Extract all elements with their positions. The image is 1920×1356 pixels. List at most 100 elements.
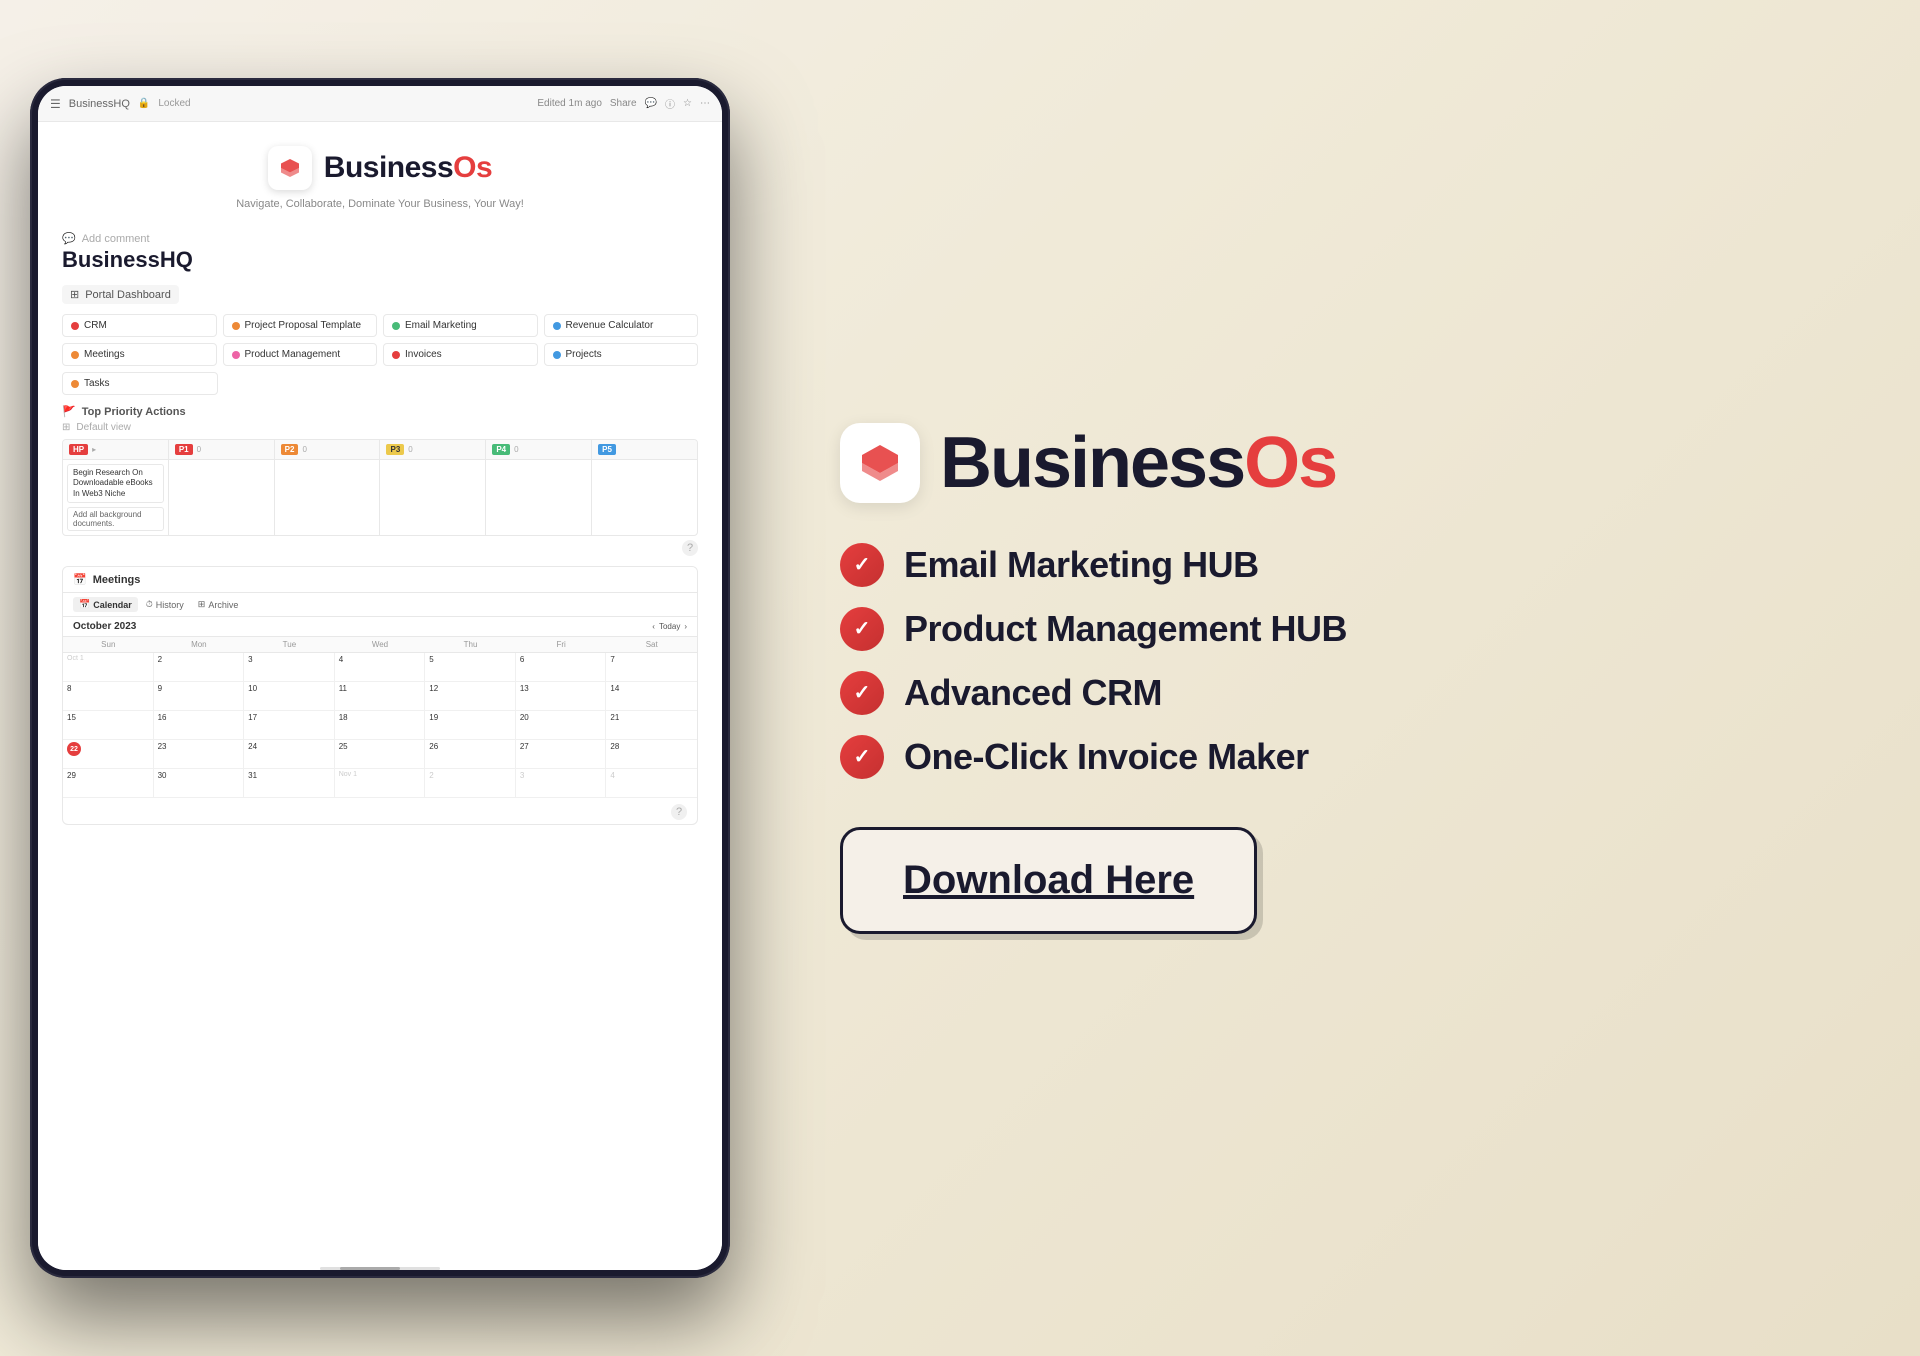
- cal-28[interactable]: 28: [606, 740, 697, 768]
- cal-13[interactable]: 13: [516, 682, 607, 710]
- kanban-col-p1: P1 0: [169, 440, 275, 535]
- cal-19[interactable]: 19: [425, 711, 516, 739]
- kanban-header-p1: P1 0: [169, 440, 274, 460]
- cal-20[interactable]: 20: [516, 711, 607, 739]
- notion-body: 💬 Add comment BusinessHQ ⊞ Portal Dashbo…: [38, 226, 722, 825]
- hp-badge: HP: [69, 444, 88, 455]
- kanban-header-p5: P5: [592, 440, 697, 460]
- menu-icon[interactable]: ☰: [50, 97, 61, 111]
- cal-30[interactable]: 30: [154, 769, 245, 797]
- p1-badge: P1: [175, 444, 193, 455]
- comment-icon[interactable]: 💬: [645, 98, 657, 109]
- cal-11[interactable]: 11: [335, 682, 426, 710]
- email-label: Email Marketing: [405, 320, 477, 331]
- check-icon-1: [840, 543, 884, 587]
- page-title-notion: BusinessHQ: [62, 247, 698, 273]
- logo-area: BusinessOs: [78, 146, 682, 190]
- feature-email-marketing: Email Marketing HUB: [840, 543, 1820, 587]
- topbar-left: ☰ BusinessHQ 🔒 Locked: [50, 97, 191, 111]
- tab-archive[interactable]: ⊞ Archive: [192, 597, 245, 612]
- cal-nov1[interactable]: Nov 1: [335, 769, 426, 797]
- link-crm[interactable]: CRM: [62, 314, 217, 337]
- link-projects[interactable]: Projects: [544, 343, 699, 366]
- cal-8[interactable]: 8: [63, 682, 154, 710]
- cal-10[interactable]: 10: [244, 682, 335, 710]
- cal-27[interactable]: 27: [516, 740, 607, 768]
- crm-dot: [71, 322, 79, 330]
- add-comment-row[interactable]: 💬 Add comment: [62, 226, 698, 247]
- cal-18[interactable]: 18: [335, 711, 426, 739]
- links-grid-row2: Meetings Product Management Invoices: [62, 343, 698, 366]
- tablet-frame: ☰ BusinessHQ 🔒 Locked Edited 1m ago Shar…: [30, 78, 730, 1278]
- cal-nov3[interactable]: 3: [516, 769, 607, 797]
- flag-icon: 🚩: [62, 405, 76, 418]
- cal-23[interactable]: 23: [154, 740, 245, 768]
- cal-17[interactable]: 17: [244, 711, 335, 739]
- calendar-tabs: 📅 Calendar ⏱ History ⊞ Archive: [63, 593, 697, 617]
- cal-3[interactable]: 3: [244, 653, 335, 681]
- right-brand-name: BusinessOs: [940, 427, 1336, 499]
- cal-31[interactable]: 31: [244, 769, 335, 797]
- question-mark-2[interactable]: ?: [671, 804, 687, 820]
- add-comment-label: Add comment: [82, 233, 150, 245]
- info-icon[interactable]: ⓘ: [665, 96, 675, 111]
- cal-16[interactable]: 16: [154, 711, 245, 739]
- cal-14[interactable]: 14: [606, 682, 697, 710]
- link-tasks[interactable]: Tasks: [62, 372, 218, 395]
- notion-content: BusinessOs Navigate, Collaborate, Domina…: [38, 122, 722, 1270]
- cal-7[interactable]: 7: [606, 653, 697, 681]
- day-mon: Mon: [154, 637, 245, 652]
- link-revenue-calculator[interactable]: Revenue Calculator: [544, 314, 699, 337]
- check-icon-4: [840, 735, 884, 779]
- kanban-card-main: Begin Research On Downloadable eBooks In…: [67, 464, 164, 503]
- kanban-col-p3: P3 0: [380, 440, 486, 535]
- link-meetings[interactable]: Meetings: [62, 343, 217, 366]
- tab-calendar[interactable]: 📅 Calendar: [73, 597, 138, 612]
- feature-product-management: Product Management HUB: [840, 607, 1820, 651]
- grid-icon: ⊞: [62, 422, 70, 433]
- cal-6[interactable]: 6: [516, 653, 607, 681]
- cal-22-today[interactable]: 22: [63, 740, 154, 768]
- cal-21[interactable]: 21: [606, 711, 697, 739]
- share-label[interactable]: Share: [610, 98, 637, 109]
- cal-15[interactable]: 15: [63, 711, 154, 739]
- cal-nov2[interactable]: 2: [425, 769, 516, 797]
- cal-week-1: Oct 1 2 3 4 5 6 7: [63, 653, 697, 682]
- more-icon[interactable]: ⋯: [700, 98, 710, 109]
- link-email-marketing[interactable]: Email Marketing: [383, 314, 538, 337]
- notion-topbar: ☰ BusinessHQ 🔒 Locked Edited 1m ago Shar…: [38, 86, 722, 122]
- p2-count: 0: [302, 445, 306, 454]
- link-invoices[interactable]: Invoices: [383, 343, 538, 366]
- right-section: BusinessOs Email Marketing HUB Product M…: [760, 0, 1920, 1356]
- link-product-management[interactable]: Product Management: [223, 343, 378, 366]
- archive-icon: ⊞: [198, 599, 206, 610]
- today-indicator: 22: [67, 742, 81, 756]
- cal-12[interactable]: 12: [425, 682, 516, 710]
- today-btn[interactable]: ‹ Today ›: [652, 622, 687, 631]
- cal-oct1[interactable]: Oct 1: [63, 653, 154, 681]
- feature-text-2: Product Management HUB: [904, 608, 1347, 650]
- download-button[interactable]: Download Here: [840, 827, 1257, 934]
- kanban-col-p2: P2 0: [275, 440, 381, 535]
- cal-26[interactable]: 26: [425, 740, 516, 768]
- cal-5[interactable]: 5: [425, 653, 516, 681]
- question-mark-1[interactable]: ?: [682, 540, 698, 556]
- cal-24[interactable]: 24: [244, 740, 335, 768]
- cal-29[interactable]: 29: [63, 769, 154, 797]
- cal-2[interactable]: 2: [154, 653, 245, 681]
- day-sat: Sat: [606, 637, 697, 652]
- link-project-proposal[interactable]: Project Proposal Template: [223, 314, 378, 337]
- feature-text-1: Email Marketing HUB: [904, 544, 1259, 586]
- tasks-label: Tasks: [84, 378, 110, 389]
- cal-nov4[interactable]: 4: [606, 769, 697, 797]
- topbar-brand: BusinessHQ: [69, 98, 130, 110]
- star-icon[interactable]: ☆: [683, 98, 692, 109]
- tab-history[interactable]: ⏱ History: [140, 597, 190, 612]
- cal-4[interactable]: 4: [335, 653, 426, 681]
- invoices-dot: [392, 351, 400, 359]
- cal-25[interactable]: 25: [335, 740, 426, 768]
- meetings-icon: 📅: [73, 573, 87, 586]
- cal-9[interactable]: 9: [154, 682, 245, 710]
- portal-dashboard-btn[interactable]: ⊞ Portal Dashboard: [62, 285, 179, 304]
- p4-count: 0: [514, 445, 518, 454]
